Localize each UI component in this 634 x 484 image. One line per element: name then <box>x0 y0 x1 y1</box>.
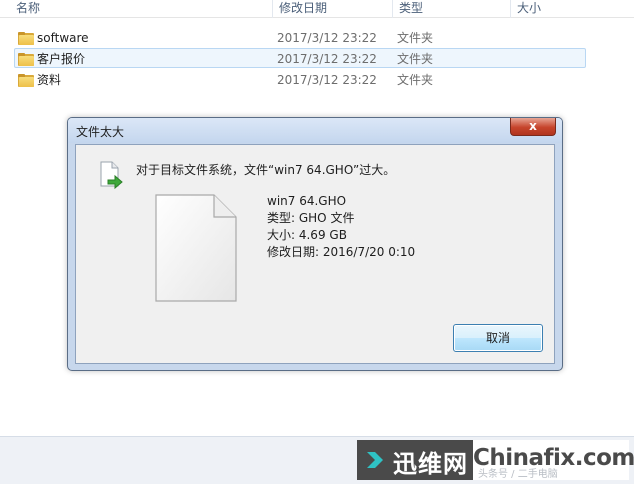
file-name: software <box>37 31 89 45</box>
file-row-quotes[interactable]: 客户报价 2017/3/12 23:22 文件夹 <box>14 48 586 68</box>
copy-file-icon <box>100 161 123 190</box>
file-date: 2017/3/12 23:22 <box>277 52 377 66</box>
file-name: 资料 <box>37 73 62 87</box>
dialog-titlebar[interactable]: 文件太大 x <box>68 118 562 143</box>
dialog-message: 对于目标文件系统，文件“win7 64.GHO”过大。 <box>136 163 396 177</box>
column-date[interactable]: 修改日期 <box>272 0 392 18</box>
folder-icon <box>18 53 34 66</box>
file-too-large-dialog: 文件太大 x 对于目标文件系统，文件“win7 64.GHO”过大。 win7 … <box>67 117 563 371</box>
file-icon <box>155 194 237 302</box>
close-icon: x <box>529 119 537 133</box>
column-type[interactable]: 类型 <box>392 0 510 18</box>
file-row-materials[interactable]: 资料 2017/3/12 23:22 文件夹 <box>14 69 586 89</box>
cancel-button[interactable]: 取消 <box>453 324 543 352</box>
dialog-content: 对于目标文件系统，文件“win7 64.GHO”过大。 win7 64.GHO … <box>75 144 555 364</box>
file-info-size: 大小: 4.69 GB <box>267 228 347 242</box>
file-type: 文件夹 <box>397 31 434 45</box>
folder-icon <box>18 74 34 87</box>
watermark-caption: 头条号 / 二手电脑 <box>478 469 558 480</box>
folder-icon <box>18 32 34 45</box>
file-info: win7 64.GHO 类型: GHO 文件 大小: 4.69 GB 修改日期:… <box>267 193 415 261</box>
file-row-software[interactable]: software 2017/3/12 23:22 文件夹 <box>14 27 586 47</box>
file-name: 客户报价 <box>37 52 86 66</box>
close-button[interactable]: x <box>510 118 556 136</box>
file-info-type: 类型: GHO 文件 <box>267 211 355 225</box>
file-type: 文件夹 <box>397 73 434 87</box>
file-date: 2017/3/12 23:22 <box>277 31 377 45</box>
watermark-logo-block: 迅维网 <box>357 440 473 480</box>
file-date: 2017/3/12 23:22 <box>277 73 377 87</box>
column-header: 名称 修改日期 类型 大小 <box>0 0 634 18</box>
watermark-logo: 迅维网 <box>393 450 468 478</box>
file-info-modified: 修改日期: 2016/7/20 0:10 <box>267 245 416 259</box>
file-info-name: win7 64.GHO <box>267 194 347 208</box>
arrow-logo-icon <box>367 452 383 468</box>
column-size[interactable]: 大小 <box>510 0 590 18</box>
dialog-title: 文件太大 <box>76 125 125 139</box>
column-name[interactable]: 名称 <box>10 0 272 18</box>
file-type: 文件夹 <box>397 52 434 66</box>
